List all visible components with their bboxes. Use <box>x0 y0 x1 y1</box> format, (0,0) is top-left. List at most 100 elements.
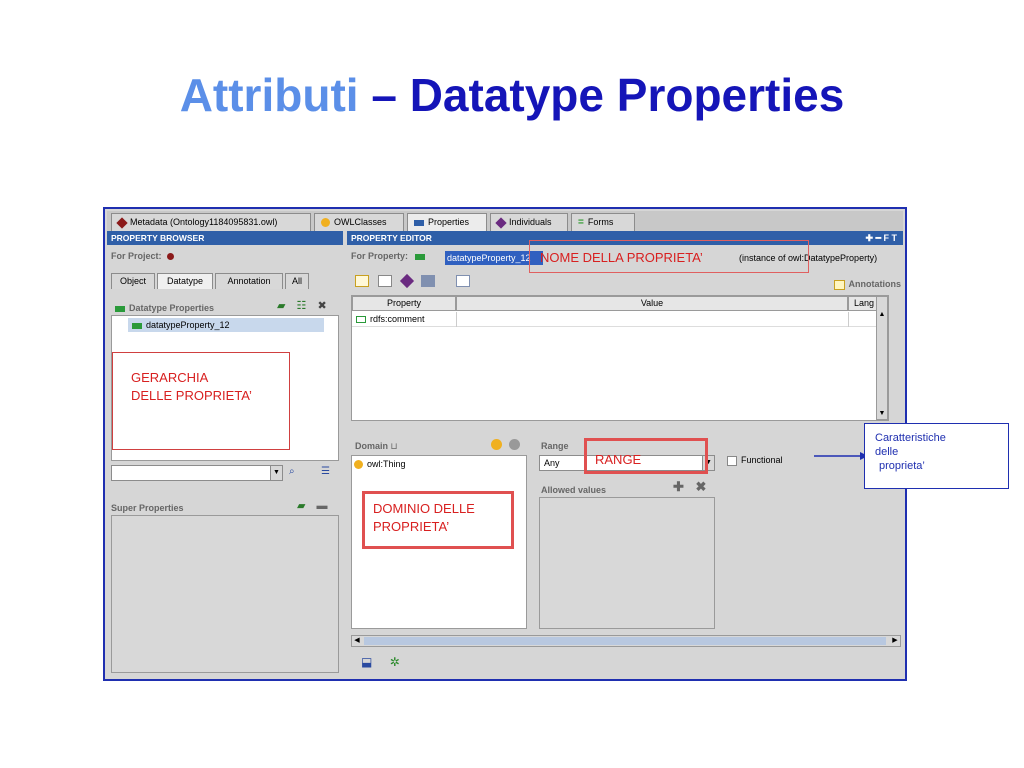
table-cell-property: rdfs:comment <box>370 314 425 324</box>
caratteristiche-line3: proprieta’ <box>879 460 925 472</box>
remove-value-icon[interactable]: ✖ <box>696 479 707 494</box>
caratteristiche-annotation-text: Caratteristiche delle proprieta’ <box>875 431 946 473</box>
domain-label-text: Domain <box>355 441 389 451</box>
tab-metadata[interactable]: Metadata (Ontology1184095831.owl) <box>111 213 311 231</box>
for-project-label: For Project: <box>111 251 178 261</box>
table-row[interactable]: rdfs:comment <box>352 312 880 327</box>
add-superproperty-icon[interactable]: ▰ <box>297 500 305 512</box>
browser-header: PROPERTY BROWSER <box>107 231 343 245</box>
editor-toolbar <box>355 273 476 288</box>
tree-item-label: datatypeProperty_12 <box>146 320 230 330</box>
plugin-icon[interactable]: ✲ <box>390 655 400 669</box>
lines-icon: = <box>578 216 584 228</box>
list-item[interactable]: owl:Thing <box>354 458 406 470</box>
rect-icon <box>414 219 424 226</box>
super-properties-list <box>111 515 339 673</box>
nome-annotation-text: NOME DELLA PROPRIETA’ <box>540 250 703 265</box>
add-restriction-icon[interactable] <box>399 273 414 288</box>
add-dc-icon[interactable] <box>378 274 393 287</box>
tree-item-datatypeproperty[interactable]: datatypeProperty_12 <box>128 318 324 332</box>
add-value-icon[interactable]: ✚ <box>673 479 684 494</box>
dominio-annotation-line2: PROPRIETA’ <box>373 519 450 534</box>
slide-title-part1: Attributi <box>179 69 359 121</box>
add-domain-icon[interactable] <box>491 439 502 451</box>
subtab-all[interactable]: All <box>285 273 309 289</box>
delete-property-icon[interactable]: ✖ <box>317 300 326 312</box>
functional-arrow <box>814 452 868 460</box>
chevron-down-icon[interactable]: ▼ <box>270 466 282 480</box>
tab-forms-label: Forms <box>587 217 614 227</box>
diamond-icon <box>116 216 128 229</box>
tab-individuals[interactable]: Individuals <box>490 213 568 231</box>
filter-icon[interactable]: ☰ <box>321 466 330 477</box>
editor-window-controls[interactable]: ✚ ━ F T <box>866 231 897 245</box>
functional-label: Functional <box>741 455 783 465</box>
for-property-label: For Property: <box>351 251 429 261</box>
cell-divider <box>848 312 849 327</box>
for-property-text: For Property: <box>351 251 409 261</box>
browser-toolbar: ▰ ☷ ✖ <box>277 299 327 312</box>
nome-annotation-box: NOME DELLA PROPRIETA’ <box>529 240 809 273</box>
search-combo[interactable]: ▼ <box>111 465 283 481</box>
datatype-properties-title: Datatype Properties <box>129 303 215 313</box>
horizontal-scrollbar[interactable]: ◀ ▶ <box>351 635 901 647</box>
annotations-text: Annotations <box>848 279 902 289</box>
checkbox-icon[interactable] <box>727 455 737 466</box>
scroll-left-icon[interactable]: ◀ <box>352 636 362 646</box>
range-value: Any <box>544 458 560 468</box>
tab-individuals-label: Individuals <box>509 217 552 227</box>
subtab-object[interactable]: Object <box>111 273 155 289</box>
new-annotation-icon[interactable] <box>355 274 369 287</box>
scroll-right-icon[interactable]: ▶ <box>890 636 900 646</box>
allowed-values-list <box>539 497 715 629</box>
tab-properties[interactable]: Properties <box>407 213 487 231</box>
export-icon[interactable]: ⬓ <box>361 655 372 669</box>
scroll-down-icon[interactable]: ▼ <box>877 410 887 417</box>
annotation-property-icon <box>356 316 366 324</box>
domain-label: Domain ⊔ <box>355 441 398 451</box>
find-icon[interactable]: ⌕ <box>289 466 295 477</box>
range-annotation-text: RANGE <box>595 452 642 467</box>
remove-domain-icon[interactable] <box>509 439 521 451</box>
editor-footer-toolbar: ⬓ ✲ <box>361 655 400 669</box>
scroll-up-icon[interactable]: ▲ <box>877 311 887 318</box>
project-icon <box>167 253 175 261</box>
editor-header-text: PROPERTY EDITOR <box>351 233 432 243</box>
view-icon[interactable] <box>456 274 471 287</box>
tab-forms[interactable]: = Forms <box>571 213 635 231</box>
subtab-annotation[interactable]: Annotation <box>215 273 283 289</box>
dominio-annotation-box: DOMINIO DELLE PROPRIETA’ <box>362 491 514 549</box>
annotations-label: Annotations <box>833 279 902 290</box>
caratteristiche-line2: delle <box>875 446 899 458</box>
caratteristiche-annotation-box: Caratteristiche delle proprieta’ <box>864 423 1009 489</box>
tab-owlclasses[interactable]: OWLClasses <box>314 213 404 231</box>
subtab-datatype[interactable]: Datatype <box>157 273 213 289</box>
table-scrollbar[interactable]: ▲ ▼ <box>876 296 888 420</box>
functional-checkbox[interactable]: Functional <box>727 455 783 466</box>
column-property[interactable]: Property <box>352 296 456 311</box>
main-tab-bar: Metadata (Ontology1184095831.owl) OWLCla… <box>107 211 903 231</box>
create-property-icon[interactable]: ▰ <box>277 300 285 312</box>
allowed-values-toolbar: ✚ ✖ <box>673 479 706 495</box>
class-icon <box>354 460 363 470</box>
scroll-thumb[interactable] <box>364 637 886 645</box>
create-subproperty-icon[interactable]: ☷ <box>297 300 307 312</box>
column-value[interactable]: Value <box>456 296 848 311</box>
property-icon <box>115 305 125 312</box>
range-label: Range <box>541 441 569 451</box>
remove-superproperty-icon[interactable]: ▬ <box>317 500 328 512</box>
dominio-annotation-line1: DOMINIO DELLE <box>373 501 475 516</box>
domain-item-label: owl:Thing <box>367 459 406 469</box>
super-properties-label: Super Properties <box>111 503 184 513</box>
remove-annotation-icon[interactable] <box>421 274 436 287</box>
domain-toolbar <box>491 437 524 451</box>
gerarchia-annotation-box: GERARCHIA DELLE PROPRIETA’ <box>112 352 290 450</box>
tab-owlclasses-label: OWLClasses <box>334 217 387 227</box>
slide-title: Attributi – Datatype Properties <box>0 68 1024 122</box>
allowed-values-label: Allowed values <box>541 485 607 495</box>
gerarchia-annotation-line1: GERARCHIA <box>131 370 209 385</box>
property-icon <box>414 253 425 260</box>
tab-metadata-label: Metadata (Ontology1184095831.owl) <box>130 217 278 227</box>
gerarchia-annotation-line2: DELLE PROPRIETA’ <box>131 388 252 403</box>
annotation-table: Property Value Lang rdfs:comment ▲ ▼ <box>351 295 889 421</box>
